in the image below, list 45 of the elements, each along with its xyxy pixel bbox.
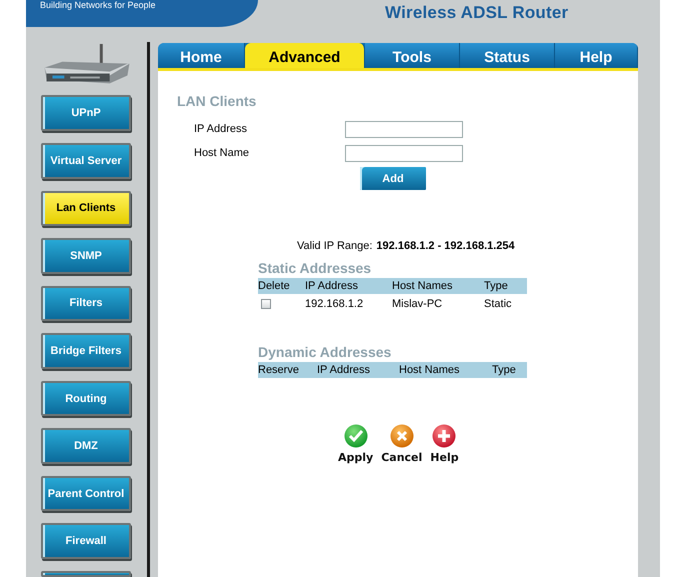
table-cell-text: Static: [484, 298, 513, 310]
section-title: Static Addresses: [258, 260, 372, 276]
section-title: Dynamic Addresses: [258, 344, 392, 360]
sidebar-button[interactable]: UPnP: [41, 95, 131, 131]
nav-tab[interactable]: Status: [460, 43, 555, 68]
sidebar-button[interactable]: SNMP: [41, 238, 131, 274]
sidebar-button[interactable]: Bridge Filters: [41, 333, 131, 369]
nav-tab[interactable]: Home: [158, 43, 245, 68]
field-label: Host Name: [194, 147, 250, 159]
delete-checkbox[interactable]: [261, 299, 271, 309]
help-button[interactable]: Help: [430, 424, 459, 464]
column-header: IP Address: [317, 364, 371, 376]
nav-tab[interactable]: Help: [555, 43, 638, 68]
sidebar-button[interactable]: DMZ: [41, 428, 131, 464]
sidebar-button[interactable]: Filters: [41, 286, 131, 322]
apply-button[interactable]: Apply: [338, 424, 374, 464]
column-header: Reserve: [258, 364, 300, 376]
column-header: Type: [484, 280, 509, 292]
plus-icon: [432, 424, 456, 448]
field-label: IP Address: [194, 123, 248, 135]
section-title: LAN Clients: [177, 93, 258, 109]
sidebar-button[interactable]: Firewall: [41, 523, 131, 559]
input-field[interactable]: [345, 120, 463, 138]
add-button[interactable]: Add: [360, 167, 426, 190]
product-title: Wireless ADSL Router: [385, 3, 568, 23]
check-icon: [344, 424, 368, 448]
sidebar-button[interactable]: Routing: [41, 380, 131, 416]
input-field[interactable]: [345, 144, 463, 162]
sidebar-button[interactable]: Virtual Server: [41, 142, 131, 178]
nav-tab[interactable]: Advanced: [245, 43, 365, 68]
sidebar-button[interactable]: Parent Control: [41, 476, 131, 512]
sidebar-button[interactable]: Lan Clients: [41, 190, 131, 226]
valid-range-text: Valid IP Range: 192.168.1.2 - 192.168.1.254: [297, 240, 516, 254]
tagline: Building Networks for People: [40, 0, 156, 10]
table-cell-text: 192.168.1.2: [305, 298, 364, 310]
sidebar-button[interactable]: [41, 571, 131, 577]
cancel-button[interactable]: Cancel: [381, 424, 422, 464]
table-cell-text: Mislav-PC: [392, 298, 444, 310]
column-header: Host Names: [399, 364, 461, 376]
nav-tab[interactable]: Tools: [365, 43, 460, 68]
column-header: IP Address: [305, 280, 359, 292]
column-header: Host Names: [392, 280, 454, 292]
x-icon: [390, 424, 414, 448]
column-header: Delete: [258, 280, 291, 292]
column-header: Type: [492, 364, 517, 376]
